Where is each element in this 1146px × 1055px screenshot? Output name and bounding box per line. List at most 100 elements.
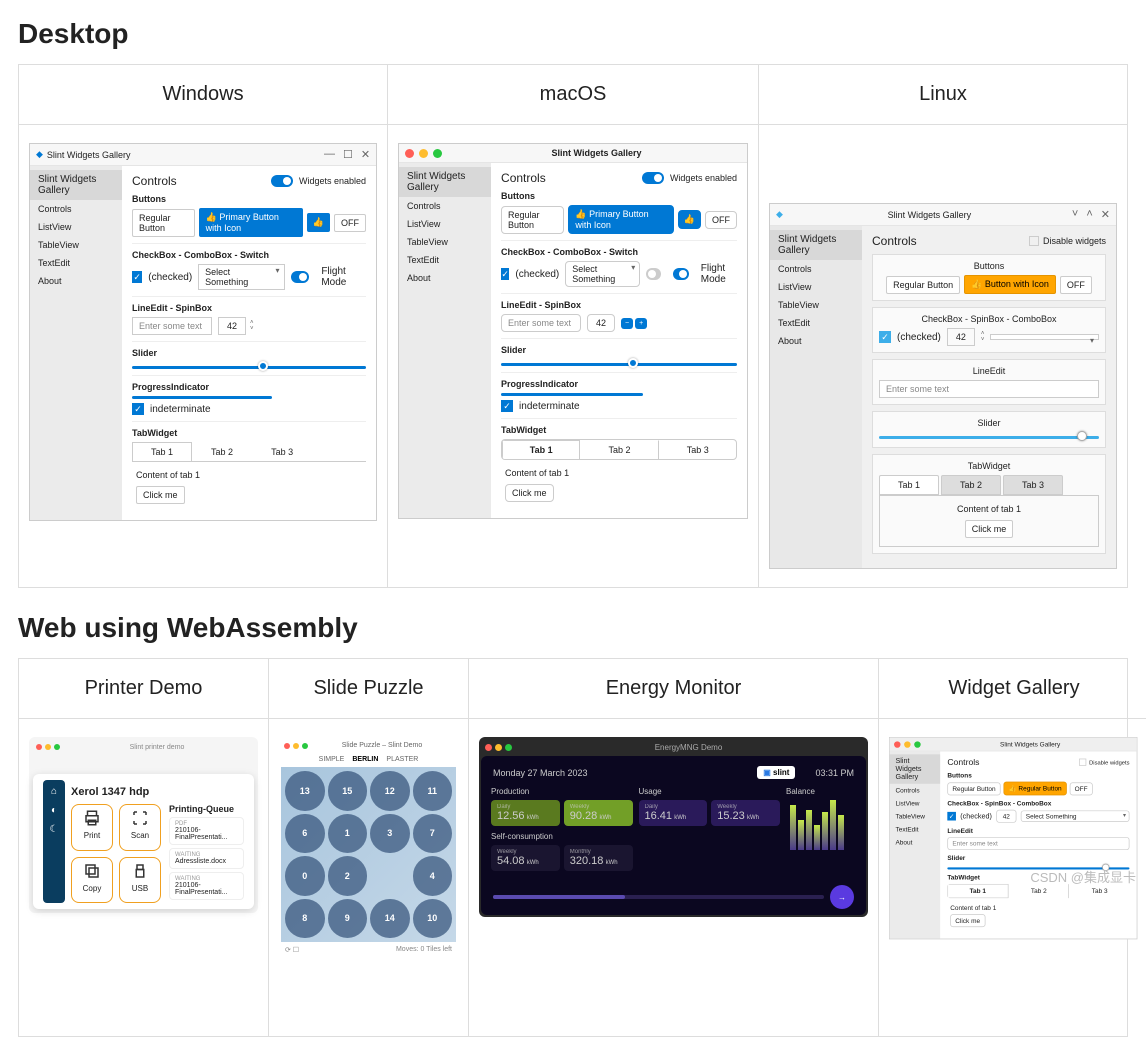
sidebar-item-listview[interactable]: ListView [399, 215, 491, 233]
queue-item[interactable]: WAITING210106-FinalPresentati... [169, 872, 244, 900]
regular-button[interactable]: Regular Button [132, 209, 195, 237]
puzzle-tile[interactable]: 3 [370, 814, 410, 854]
maximize-icon[interactable] [914, 741, 920, 747]
spinbox-value[interactable]: 42 [587, 314, 615, 332]
maximize-icon[interactable] [54, 744, 60, 750]
sidebar-item-about[interactable]: About [770, 332, 862, 350]
primary-button[interactable]: 👍 Primary Button with Icon [568, 205, 673, 234]
puzzle-tile[interactable]: 15 [328, 771, 368, 811]
slider-thumb[interactable] [628, 358, 638, 368]
puzzle-tile[interactable]: 2 [328, 856, 368, 896]
tab-3[interactable]: Tab 3 [252, 442, 312, 461]
minimize-icon[interactable]: — [324, 148, 335, 161]
puzzle-tile[interactable] [370, 856, 410, 896]
widgets-enabled-toggle[interactable] [271, 175, 293, 187]
sidebar-item-controls[interactable]: Controls [770, 260, 862, 278]
window-controls[interactable]: — ☐ ✕ [324, 148, 370, 161]
puzzle-tab-plaster[interactable]: PLASTER [386, 756, 418, 763]
tab-1[interactable]: Tab 1 [879, 475, 939, 495]
sidebar-item-tableview[interactable]: TableView [30, 236, 122, 254]
sidebar-item-textedit[interactable]: TextEdit [890, 823, 940, 836]
minimize-icon[interactable] [293, 743, 299, 749]
energy-slider[interactable] [493, 895, 824, 899]
puzzle-tile[interactable]: 7 [413, 814, 453, 854]
puzzle-tile[interactable]: 6 [285, 814, 325, 854]
tab-3[interactable]: Tab 3 [1003, 475, 1063, 495]
minimize-icon[interactable] [904, 741, 910, 747]
puzzle-grid[interactable]: 131512116137024891410 [281, 767, 456, 942]
home-icon[interactable]: ⌂ [51, 786, 57, 797]
tab-3[interactable]: Tab 3 [659, 440, 736, 459]
indeterminate-checkbox[interactable]: ✓ [501, 400, 513, 412]
tab-1[interactable]: Tab 1 [947, 884, 1008, 898]
sidebar-item-listview[interactable]: ListView [30, 218, 122, 236]
sidebar-item-listview[interactable]: ListView [890, 797, 940, 810]
primary-button[interactable]: 👍 Regular Button [1004, 782, 1067, 796]
regular-button[interactable]: Regular Button [947, 782, 1000, 795]
minimize-icon[interactable] [45, 744, 51, 750]
close-icon[interactable] [405, 149, 414, 158]
slider[interactable] [132, 366, 366, 369]
puzzle-tile[interactable]: 9 [328, 899, 368, 939]
combobox[interactable]: Select Something [1021, 810, 1130, 822]
max-icon[interactable]: ˄ [1086, 208, 1092, 221]
checkbox[interactable]: ✓ [947, 812, 956, 821]
sidebar-item-controls[interactable]: Controls [30, 200, 122, 218]
sidebar-item-tableview[interactable]: TableView [399, 233, 491, 251]
min-icon[interactable]: ˅ [1072, 208, 1078, 221]
minimize-icon[interactable] [419, 149, 428, 158]
disable-widgets-checkbox[interactable] [1079, 759, 1086, 766]
sidebar-item-about[interactable]: About [399, 269, 491, 287]
indeterminate-checkbox[interactable]: ✓ [132, 403, 144, 415]
checkbox[interactable]: ✓ [879, 331, 891, 343]
text-input[interactable]: Enter some text [879, 380, 1099, 398]
text-input[interactable]: Enter some text [501, 314, 581, 332]
minimize-icon[interactable] [495, 744, 502, 751]
maximize-icon[interactable] [433, 149, 442, 158]
slider[interactable] [879, 436, 1099, 439]
puzzle-tile[interactable]: 8 [285, 899, 325, 939]
moon-icon[interactable]: ☾ [50, 824, 59, 835]
disable-widgets-checkbox[interactable] [1029, 236, 1039, 246]
sidebar-item-controls[interactable]: Controls [399, 197, 491, 215]
spin-down-icon[interactable]: − [621, 318, 633, 329]
regular-button[interactable]: Regular Button [886, 276, 960, 294]
button-with-icon[interactable]: 👍 Button with Icon [964, 275, 1056, 294]
combobox[interactable]: Select Something [198, 264, 284, 290]
puzzle-tile[interactable]: 12 [370, 771, 410, 811]
close-icon[interactable]: ✕ [1101, 208, 1110, 221]
queue-item[interactable]: PDF210106-FinalPresentati... [169, 817, 244, 845]
spin-up-icon[interactable]: + [635, 318, 647, 329]
sidebar-item-textedit[interactable]: TextEdit [30, 254, 122, 272]
sidebar-item-textedit[interactable]: TextEdit [770, 314, 862, 332]
flight-mode-toggle[interactable] [291, 271, 310, 283]
icon-button[interactable]: 👍 [678, 210, 701, 229]
text-input[interactable]: Enter some text [132, 317, 212, 335]
puzzle-tile[interactable]: 0 [285, 856, 325, 896]
checkbox[interactable]: ✓ [501, 268, 509, 280]
spinbox-value[interactable]: 42 [947, 328, 975, 346]
sidebar-item-textedit[interactable]: TextEdit [399, 251, 491, 269]
scan-tile[interactable]: Scan [119, 804, 161, 851]
tab-2[interactable]: Tab 2 [192, 442, 252, 461]
maximize-icon[interactable]: ☐ [343, 148, 353, 161]
close-icon[interactable]: ✕ [361, 148, 370, 161]
close-icon[interactable] [894, 741, 900, 747]
puzzle-tile[interactable]: 14 [370, 899, 410, 939]
off-button[interactable]: OFF [334, 214, 366, 232]
spin-down-icon[interactable]: ˅ [981, 337, 985, 343]
close-icon[interactable] [36, 744, 42, 750]
next-button[interactable]: → [830, 885, 854, 909]
tab-3[interactable]: Tab 3 [1069, 884, 1129, 898]
sidebar-item-about[interactable]: About [30, 272, 122, 290]
flight-mode-toggle[interactable] [673, 268, 688, 280]
spinbox-value[interactable]: 42 [218, 317, 246, 335]
off-button[interactable]: OFF [1070, 782, 1093, 795]
click-me-button[interactable]: Click me [505, 484, 554, 502]
maximize-icon[interactable] [302, 743, 308, 749]
ink-icon[interactable]: ◐ [51, 805, 57, 816]
spin-down-icon[interactable]: ˅ [250, 326, 254, 332]
tab-2[interactable]: Tab 2 [941, 475, 1001, 495]
shuffle-icon[interactable]: ⟳ ☐ [285, 946, 299, 954]
puzzle-tab-berlin[interactable]: BERLIN [352, 756, 378, 763]
